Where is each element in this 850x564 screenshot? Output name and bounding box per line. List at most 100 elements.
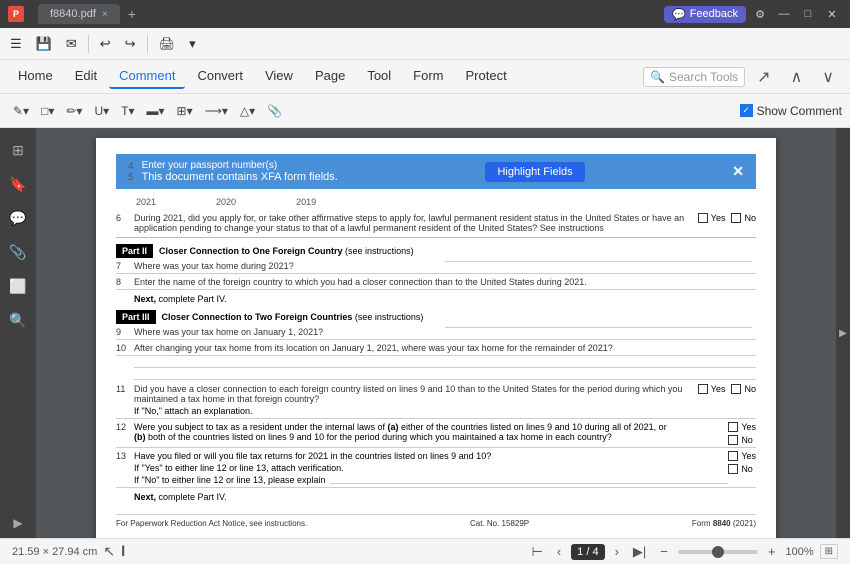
line11-yes-checkbox[interactable] [698,384,708,394]
menu-convert[interactable]: Convert [187,64,253,89]
line9-answer-line[interactable] [445,327,752,328]
search-icon: 🔍 [650,70,665,84]
share-button[interactable]: ↗ [749,63,778,91]
panel-icon-comment[interactable]: 💬 [4,204,32,232]
line7-answer-line[interactable] [445,261,752,262]
panel-expand-btn[interactable]: ▶ [13,516,22,530]
menu-protect[interactable]: Protect [456,64,517,89]
minimize-button[interactable]: — [774,4,794,24]
part3-title-area: Closer Connection to Two Foreign Countri… [162,312,424,322]
comment-tool-8[interactable]: ⟶▾ [200,101,233,121]
menu-tool[interactable]: Tool [357,64,401,89]
next-label-1: Next, complete Part IV. [134,294,227,304]
settings-icon[interactable]: ⚙ [750,4,770,24]
line13-num: 13 [116,451,134,461]
toolbar-print-btn[interactable]: 🖨 [153,33,182,55]
toolbar-redo-btn[interactable]: ↪ [119,33,142,55]
search-placeholder: Search Tools [669,70,738,84]
menu-edit[interactable]: Edit [65,64,107,89]
search-box[interactable]: 🔍 Search Tools [643,67,745,87]
comment-tool-1[interactable]: ✎▾ [8,101,34,121]
menu-view[interactable]: View [255,64,303,89]
comment-tool-2[interactable]: □▾ [36,101,59,121]
line12-no-checkbox[interactable] [728,435,738,445]
line11-content: Did you have a closer connection to each… [134,384,698,416]
menu-page[interactable]: Page [305,64,355,89]
comment-tool-7[interactable]: ⊞▾ [172,101,198,121]
highlight-fields-button[interactable]: Highlight Fields [485,162,584,182]
line6-yes-label: Yes [711,213,726,223]
zoom-value-display: 100% [785,546,813,558]
panel-icon-search[interactable]: 🔍 [4,306,32,334]
part3-label: Part III [116,310,156,324]
new-tab-button[interactable]: + [120,2,144,26]
menu-bar: Home Edit Comment Convert View Page Tool… [0,60,850,94]
panel-icon-pages[interactable]: ⬜ [4,272,32,300]
status-bar: 21.59 × 27.94 cm ↖ 𝐈 ⊢ ‹ 1 / 4 › ▶| − + … [0,538,850,564]
icon-toolbar: ✎▾ □▾ ✏▾ U▾ T▾ ▬▾ ⊞▾ ⟶▾ △▾ 📎 ✓ Show Comm… [0,94,850,128]
form-row-8: 8 Enter the name of the foreign country … [116,277,756,290]
zoom-in-button[interactable]: + [764,542,780,561]
toolbar-save-btn[interactable]: 💾 [30,33,58,55]
menu-form[interactable]: Form [403,64,453,89]
comment-tool-3[interactable]: ✏▾ [61,101,87,121]
status-right: ⊢ ‹ 1 / 4 › ▶| − + 100% ⊞ [527,542,838,562]
right-panel-collapse-btn[interactable]: ▶ [836,128,850,538]
line7-num: 7 [116,261,134,271]
line10-answer-area[interactable] [134,360,756,368]
menu-comment[interactable]: Comment [109,64,185,89]
close-button[interactable]: ✕ [822,4,842,24]
line6-no-checkbox[interactable] [731,213,741,223]
panel-icon-home[interactable]: ⊞ [4,136,32,164]
nav-next-button[interactable]: › [611,542,623,561]
line13-yes-checkbox[interactable] [728,451,738,461]
panel-icon-bookmark[interactable]: 🔖 [4,170,32,198]
line6-text: During 2021, did you apply for, or take … [134,213,698,233]
feedback-label: Feedback [690,8,738,20]
zoom-out-button[interactable]: − [656,542,672,561]
nav-prev-button[interactable]: ‹ [553,542,565,561]
nav-last-button[interactable]: ▶| [629,542,650,562]
title-bar-right: 💬 Feedback ⚙ — □ ✕ [664,4,842,24]
pdf-area[interactable]: 4 5 Enter your passport number(s) This d… [36,128,836,538]
toolbar-file-btn[interactable]: ☰ [4,33,28,55]
page-input[interactable]: 1 / 4 [571,544,604,560]
line10-num: 10 [116,343,134,353]
app-icon: P [8,6,24,22]
nav-up-button[interactable]: ∧ [783,63,811,91]
line13-no-checkbox[interactable] [728,464,738,474]
zoom-slider[interactable] [678,550,758,554]
line12-yes-checkbox[interactable] [728,422,738,432]
panel-icon-attach[interactable]: 📎 [4,238,32,266]
maximize-button[interactable]: □ [798,4,818,24]
toolbar-email-btn[interactable]: ✉ [60,33,83,55]
xfa-close-button[interactable]: ✕ [732,163,744,180]
line6-yes-checkbox[interactable] [698,213,708,223]
show-comment-checkbox[interactable]: ✓ [740,104,753,117]
comment-tool-5[interactable]: T▾ [116,101,139,121]
comment-tool-10[interactable]: 📎 [262,101,287,121]
line13-ifno-line[interactable] [330,476,729,484]
line11-text: Did you have a closer connection to each… [134,384,698,404]
part3-header-row: Part III Closer Connection to Two Foreig… [116,310,756,324]
active-tab[interactable]: f8840.pdf × [38,4,120,24]
line13-no-label: No [741,464,753,474]
toolbar-undo-btn[interactable]: ↩ [94,33,117,55]
cursor-text-icon: 𝐈 [121,543,125,560]
menu-home[interactable]: Home [8,64,63,89]
fit-page-button[interactable]: ⊞ [820,544,838,559]
toolbar-dropdown-btn[interactable]: ▾ [183,33,202,55]
nav-down-button[interactable]: ∨ [814,63,842,91]
line10-answer-area-2[interactable] [134,372,756,380]
comment-tool-6[interactable]: ▬▾ [142,101,170,121]
feedback-button[interactable]: 💬 Feedback [664,6,746,23]
form-row-11: 11 Did you have a closer connection to e… [116,384,756,419]
comment-tool-4[interactable]: U▾ [89,101,114,121]
line12-bold-a: (a) [388,422,399,432]
nav-first-button[interactable]: ⊢ [527,542,546,562]
tab-close-button[interactable]: × [102,9,108,20]
line13-answer: Yes No [728,451,756,474]
line11-no-checkbox[interactable] [731,384,741,394]
line12-text-a: Were you subject to tax as a resident un… [134,422,385,432]
comment-tool-9[interactable]: △▾ [235,101,260,121]
